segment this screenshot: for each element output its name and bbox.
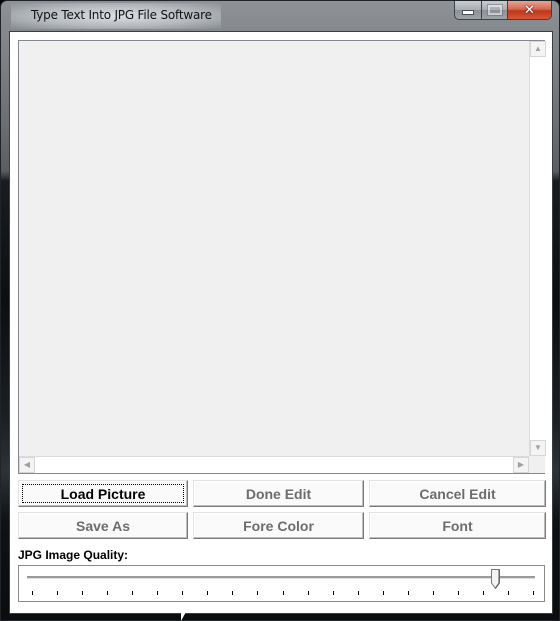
arrow-right-icon: ▶ <box>517 460 525 469</box>
slider-tick <box>457 591 459 595</box>
arrow-down-icon: ▼ <box>534 443 542 452</box>
slider-tick <box>32 591 33 595</box>
slider-tick <box>107 591 109 595</box>
slider-tick <box>282 591 284 595</box>
arrow-up-icon: ▲ <box>534 44 542 53</box>
load-picture-button[interactable]: Load Picture <box>18 480 188 507</box>
slider-tick <box>307 591 309 595</box>
slider-tick <box>533 591 534 595</box>
scrollbar-corner <box>529 456 545 473</box>
done-edit-label: Done Edit <box>245 485 312 502</box>
focus-rect <box>22 484 184 503</box>
slider-tick <box>257 591 259 595</box>
scroll-right-button[interactable]: ▶ <box>513 457 529 473</box>
vertical-scrollbar[interactable]: ▲ ▼ <box>529 41 546 456</box>
slider-tick <box>57 591 59 595</box>
slider-tick <box>357 591 359 595</box>
window-title: Type Text Into JPG File Software <box>31 8 212 22</box>
font-label: Font <box>442 517 473 534</box>
slider-tick <box>207 591 209 595</box>
cancel-edit-label: Cancel Edit <box>419 485 496 502</box>
fore-color-button[interactable]: Fore Color <box>193 512 364 539</box>
slider-tick <box>182 591 184 595</box>
minimize-icon <box>462 10 474 15</box>
font-button[interactable]: Font <box>369 512 546 539</box>
scroll-left-button[interactable]: ◀ <box>19 457 35 473</box>
slider-tick <box>132 591 134 595</box>
save-as-label: Save As <box>76 517 130 534</box>
close-button[interactable]: ✕ <box>508 1 552 20</box>
picture-box[interactable] <box>18 40 545 474</box>
slider-tick <box>432 591 434 595</box>
cancel-edit-button[interactable]: Cancel Edit <box>369 480 546 507</box>
scroll-up-button[interactable]: ▲ <box>530 41 546 57</box>
caption-buttons: ✕ <box>454 1 552 21</box>
slider-thumb[interactable] <box>491 569 501 589</box>
save-as-button[interactable]: Save As <box>18 512 188 539</box>
slider-tick <box>82 591 84 595</box>
slider-tick <box>232 591 234 595</box>
slider-tick <box>482 591 484 595</box>
window-frame: Type Text Into JPG File Software ✕ ▲ ▼ ◀ <box>0 0 560 621</box>
slider-tick <box>332 591 334 595</box>
maximize-button[interactable] <box>482 1 508 20</box>
slider-tick <box>157 591 159 595</box>
quality-label: JPG Image Quality: <box>18 548 129 562</box>
horizontal-scrollbar[interactable]: ◀ ▶ <box>19 456 529 473</box>
close-icon: ✕ <box>524 2 535 18</box>
minimize-button[interactable] <box>454 1 482 20</box>
mouse-cursor <box>181 610 187 621</box>
arrow-left-icon: ◀ <box>23 460 31 469</box>
slider-tick <box>507 591 509 595</box>
maximize-icon <box>486 4 503 16</box>
done-edit-button[interactable]: Done Edit <box>193 480 364 507</box>
scroll-down-button[interactable]: ▼ <box>530 440 546 456</box>
fore-color-label: Fore Color <box>243 517 314 534</box>
slider-tick <box>382 591 384 595</box>
client-area: ▲ ▼ ◀ ▶ Load Picture Done Edit Cancel Ed… <box>9 31 553 614</box>
slider-track <box>27 576 535 579</box>
quality-slider[interactable] <box>18 565 545 602</box>
slider-tick <box>407 591 409 595</box>
